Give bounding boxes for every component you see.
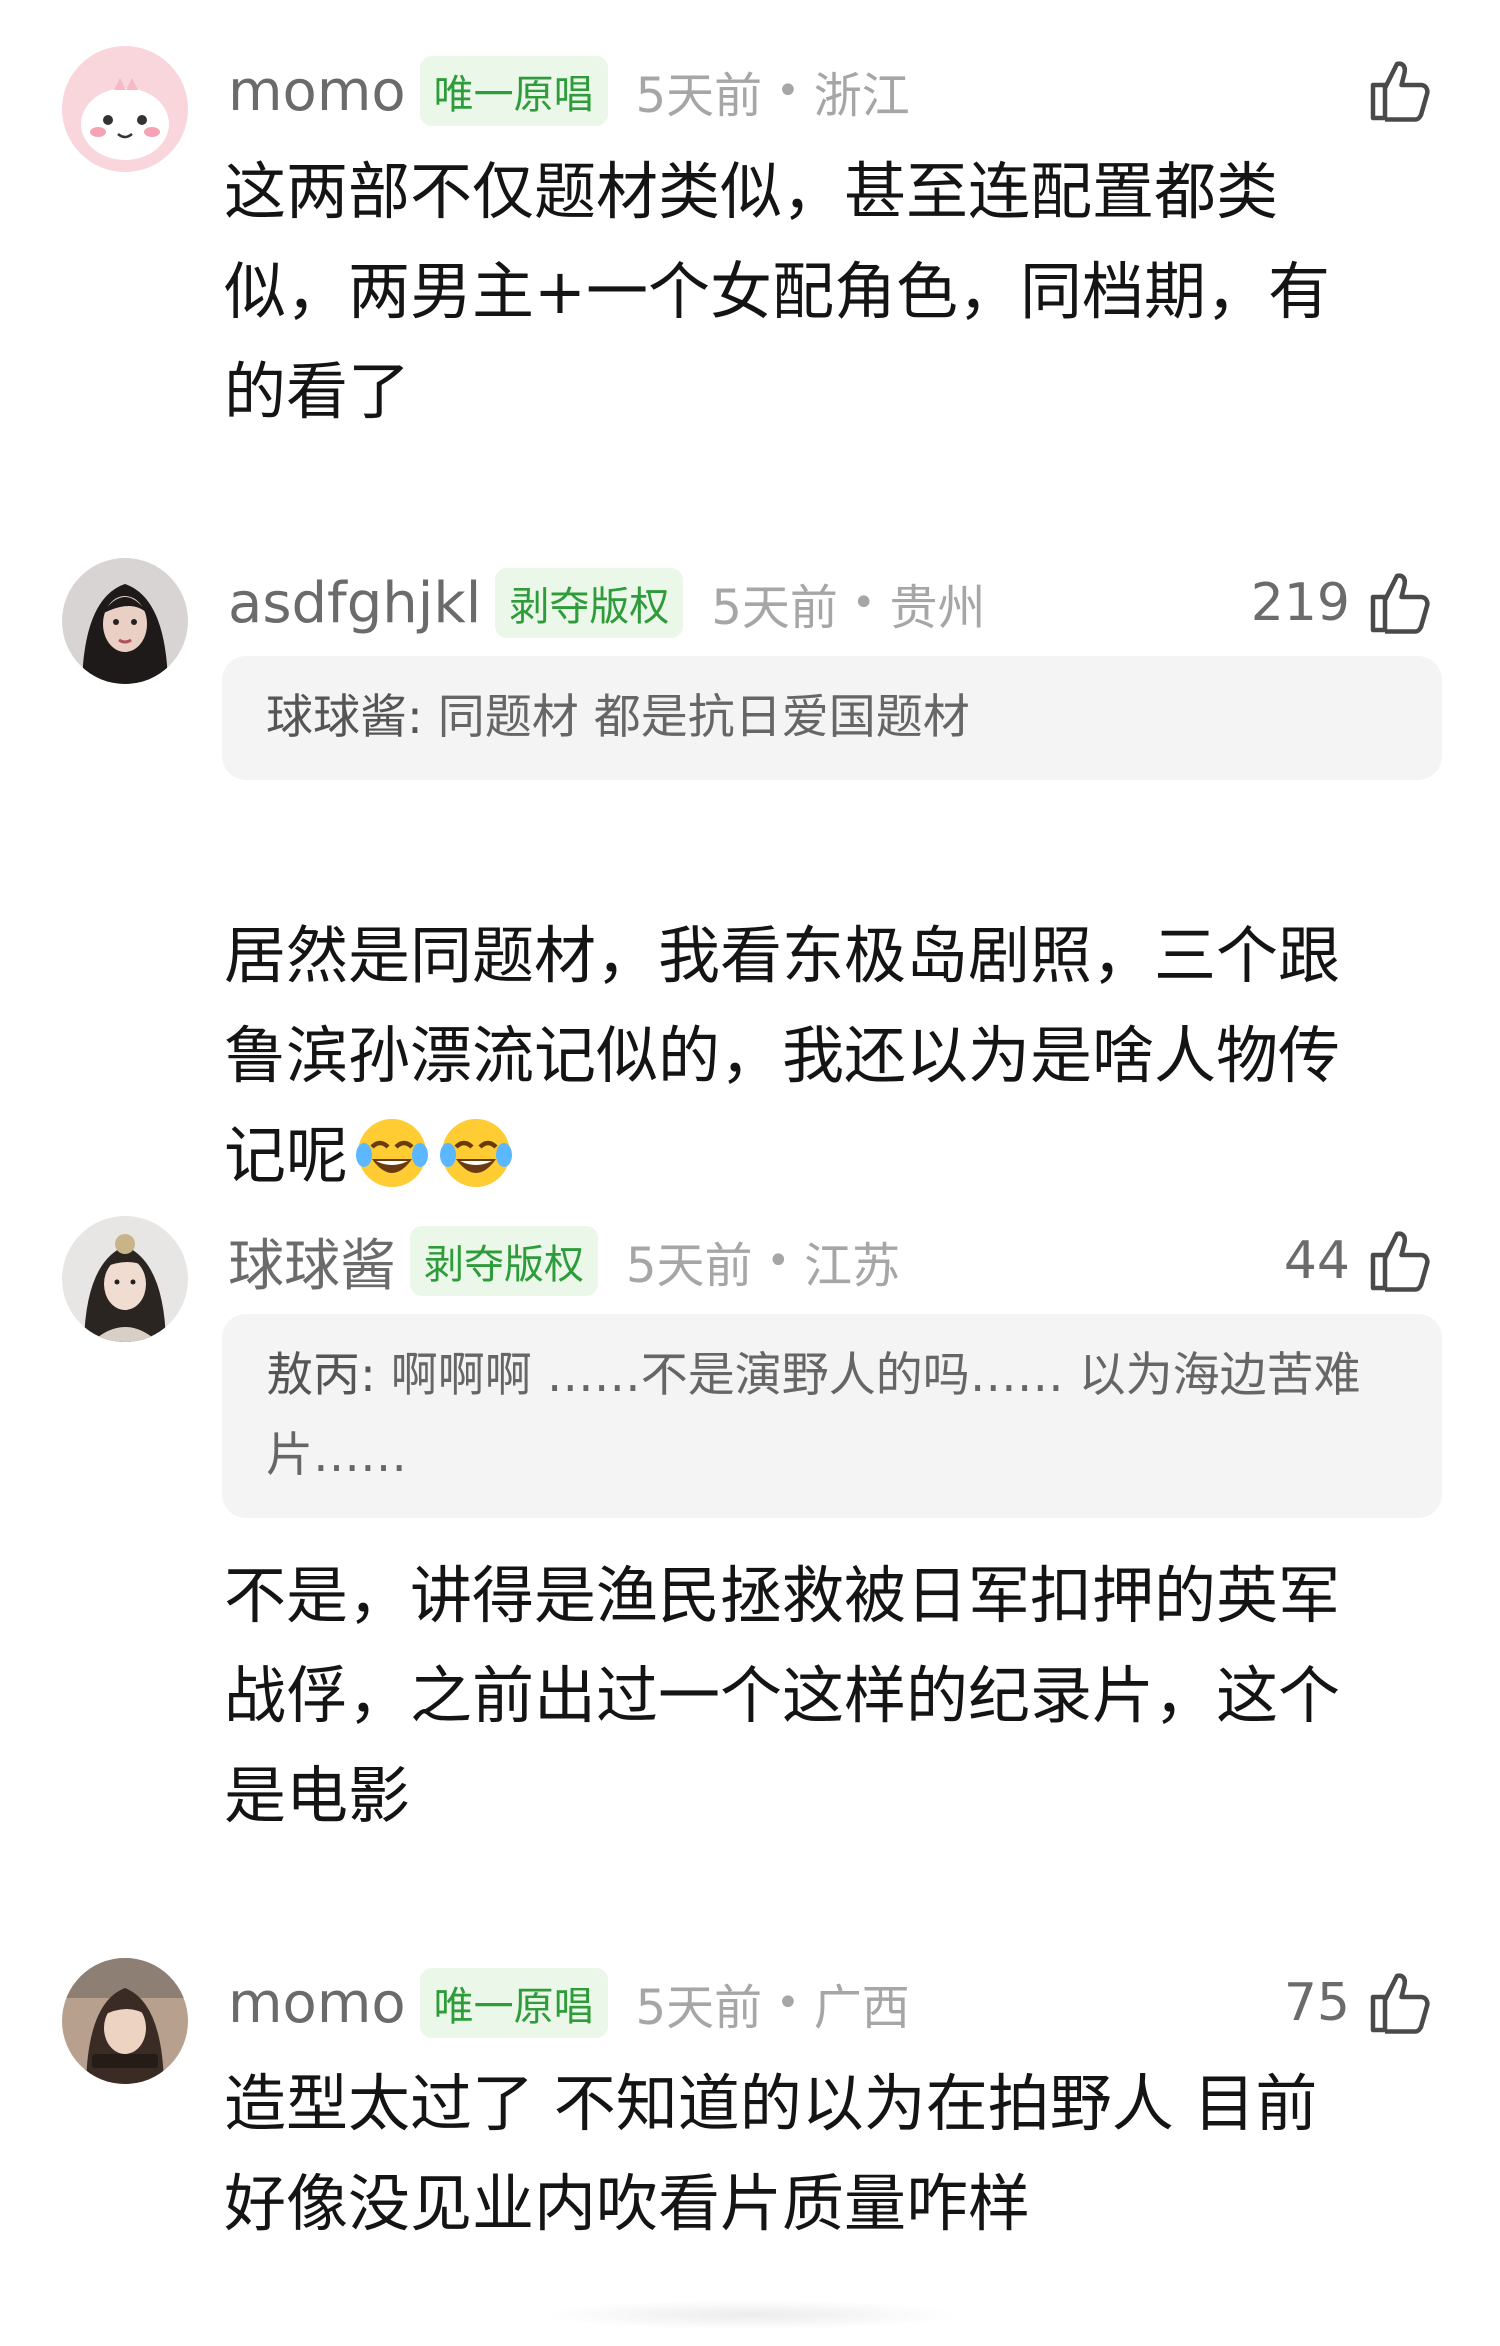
avatar[interactable] xyxy=(62,1216,188,1342)
thumbs-up-icon xyxy=(1364,1225,1436,1297)
username[interactable]: momo xyxy=(228,1971,406,2036)
user-badge: 唯一原唱 xyxy=(419,1968,608,2038)
like-count: 219 xyxy=(1250,573,1350,633)
comment-text: 这两部不仅题材类似，甚至连配置都类 似，两男主+一个女配角色，同档期，有 的看了 xyxy=(224,155,1330,428)
like-button[interactable]: 75 xyxy=(1284,1958,1436,2048)
separator-dot: • xyxy=(851,580,876,626)
thumbs-up-icon xyxy=(1364,1967,1436,2039)
scroll-indicator xyxy=(540,2300,960,2330)
timestamp: 5天前 xyxy=(635,68,763,124)
thumbs-up-icon xyxy=(1364,55,1436,127)
quoted-username: 球球酱: xyxy=(266,690,423,745)
comment-header: asdfghjkl 剥夺版权 5天前 • 贵州 xyxy=(228,558,986,648)
tears-of-joy-emoji-icon xyxy=(440,1119,513,1187)
separator-dot: • xyxy=(766,1238,791,1284)
username[interactable]: momo xyxy=(228,59,406,124)
avatar[interactable] xyxy=(62,1958,188,2084)
quoted-reply[interactable]: 敖丙: 啊啊啊 ……不是演野人的吗…… 以为海边苦难片…… xyxy=(222,1314,1442,1518)
location: 江苏 xyxy=(804,1238,901,1294)
like-count: 75 xyxy=(1283,1973,1350,2033)
location: 广西 xyxy=(813,1980,910,2036)
username[interactable]: asdfghjkl xyxy=(228,571,481,636)
comment-header: momo 唯一原唱 5天前 • 广西 xyxy=(228,1958,910,2048)
location: 贵州 xyxy=(889,580,986,636)
comment-text: 居然是同题材，我看东极岛剧照，三个跟 鲁滨孙漂流记似的，我还以为是啥人物传 记呢 xyxy=(224,806,1454,1206)
avatar[interactable] xyxy=(62,46,188,172)
user-badge: 剥夺版权 xyxy=(410,1226,598,1296)
quoted-text: 啊啊啊 ……不是演野人的吗…… 以为海边苦难片…… xyxy=(266,1348,1361,1483)
location: 浙江 xyxy=(813,68,910,124)
like-count: 44 xyxy=(1283,1231,1350,1291)
quoted-reply[interactable]: 球球酱: 同题材 都是抗日爱国题材 xyxy=(222,656,1442,780)
separator-dot: • xyxy=(776,68,800,114)
quoted-text: 同题材 都是抗日爱国题材 xyxy=(422,690,970,745)
tears-of-joy-emoji-icon xyxy=(356,1119,429,1187)
comment-header: momo 唯一原唱 5天前 • 浙江 xyxy=(228,46,910,136)
comment-text: 不是，讲得是渔民拯救被日军扣押的英军 战俘，之前出过一个这样的纪录片，这个 是电… xyxy=(224,1559,1341,1832)
separator-dot: • xyxy=(776,1980,800,2026)
comment-text: 造型太过了 不知道的以为在拍野人 目前 好像没见业内吹看片质量咋样 xyxy=(224,2067,1318,2240)
timestamp: 5天前 xyxy=(626,1238,753,1294)
user-badge: 剥夺版权 xyxy=(495,568,684,638)
like-button[interactable]: 44 xyxy=(1284,1216,1436,1306)
username[interactable]: 球球酱 xyxy=(228,1221,396,1302)
avatar[interactable] xyxy=(62,558,188,684)
user-badge: 唯一原唱 xyxy=(419,56,608,126)
timestamp: 5天前 xyxy=(711,580,838,636)
like-button[interactable] xyxy=(1350,46,1436,136)
thumbs-up-icon xyxy=(1364,567,1436,639)
comment-header: 球球酱 剥夺版权 5天前 • 江苏 xyxy=(228,1216,900,1306)
quoted-username: 敖丙: xyxy=(266,1348,376,1403)
like-button[interactable]: 219 xyxy=(1251,558,1436,648)
timestamp: 5天前 xyxy=(635,1980,763,2036)
